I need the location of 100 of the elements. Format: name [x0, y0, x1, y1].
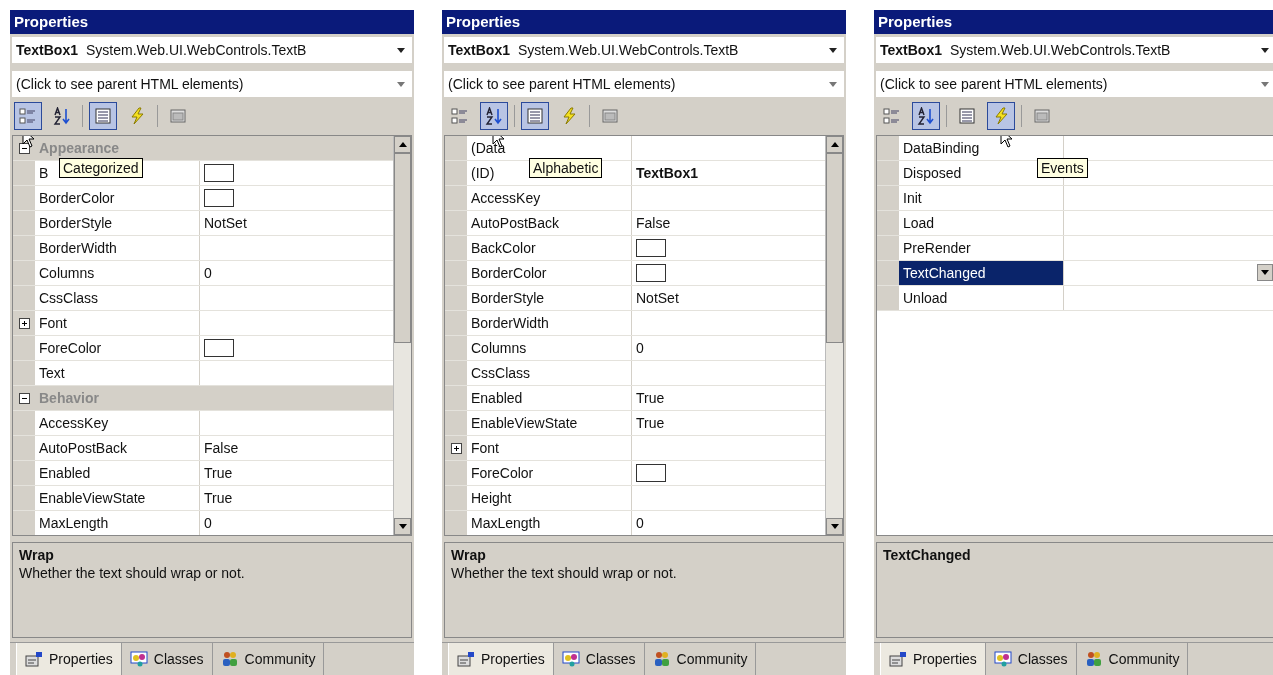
event-name[interactable]: Init — [899, 186, 1064, 210]
row-gutter — [445, 311, 467, 335]
property-value: True — [636, 415, 665, 431]
window-icon — [169, 107, 187, 125]
color-swatch — [204, 339, 234, 357]
row-gutter — [445, 161, 467, 185]
expand-icon[interactable] — [18, 317, 30, 329]
class-diagram-icon — [993, 651, 1012, 667]
scroll-up-button[interactable] — [394, 136, 411, 153]
event-name[interactable]: PreRender — [899, 236, 1064, 260]
dropdown-arrow-icon — [1261, 81, 1269, 87]
row-gutter — [13, 461, 35, 485]
tab[interactable]: Classes — [121, 643, 213, 675]
property-name[interactable]: EnableViewState — [35, 486, 200, 510]
property-name[interactable]: Font — [35, 311, 200, 335]
property-name[interactable]: Columns — [467, 336, 632, 360]
dropdown-button[interactable] — [1257, 264, 1273, 281]
property-name[interactable]: Columns — [35, 261, 200, 285]
property-value: NotSet — [636, 290, 679, 306]
collapse-icon[interactable] — [18, 392, 30, 404]
tab[interactable]: Community — [644, 643, 757, 675]
expand-icon[interactable] — [450, 442, 462, 454]
property-name[interactable]: Enabled — [467, 386, 632, 410]
panel-title: Properties — [874, 10, 1273, 34]
property-name[interactable]: AccessKey — [35, 411, 200, 435]
property-name[interactable]: EnableViewState — [467, 411, 632, 435]
row-gutter — [13, 486, 35, 510]
alphabetical-button[interactable] — [912, 102, 940, 130]
scrollbar-track[interactable] — [393, 136, 411, 535]
property-name[interactable]: AccessKey — [467, 186, 632, 210]
property-name[interactable]: BorderWidth — [35, 236, 200, 260]
panel-title: Properties — [10, 10, 414, 34]
event-name[interactable]: Load — [899, 211, 1064, 235]
property-name[interactable]: CssClass — [467, 361, 632, 385]
tab[interactable]: Community — [212, 643, 325, 675]
row-gutter — [13, 361, 35, 385]
tab[interactable]: Classes — [553, 643, 645, 675]
property-name[interactable]: MaxLength — [467, 511, 632, 535]
object-type: System.Web.UI.WebControls.TextB — [518, 42, 740, 58]
property-name[interactable]: Height — [467, 486, 632, 510]
window-icon — [601, 107, 619, 125]
property-name[interactable]: CssClass — [35, 286, 200, 310]
tab[interactable]: Community — [1076, 643, 1189, 675]
row-gutter — [13, 236, 35, 260]
scrollbar-track[interactable] — [825, 136, 843, 535]
parent-selector[interactable]: (Click to see parent HTML elements) — [444, 71, 844, 97]
scroll-thumb[interactable] — [826, 153, 843, 343]
dropdown-arrow-icon — [397, 81, 405, 87]
properties-button[interactable] — [521, 102, 549, 130]
row-gutter — [445, 211, 467, 235]
events-button[interactable] — [987, 102, 1015, 130]
scroll-up-button[interactable] — [826, 136, 843, 153]
parent-selector[interactable]: (Click to see parent HTML elements) — [12, 71, 412, 97]
property-name[interactable]: ForeColor — [35, 336, 200, 360]
categorized-button[interactable] — [14, 102, 42, 130]
tab[interactable]: Properties — [16, 643, 122, 675]
property-name[interactable]: BorderColor — [467, 261, 632, 285]
property-name[interactable]: BorderStyle — [467, 286, 632, 310]
property-value: 0 — [204, 265, 212, 281]
property-name[interactable]: Text — [35, 361, 200, 385]
scroll-down-button[interactable] — [394, 518, 411, 535]
event-name[interactable]: Unload — [899, 286, 1064, 310]
property-name[interactable]: Font — [467, 436, 632, 460]
property-name[interactable]: BorderColor — [35, 186, 200, 210]
property-name[interactable]: Enabled — [35, 461, 200, 485]
event-name[interactable]: TextChanged — [899, 261, 1064, 285]
people-icon — [220, 651, 239, 667]
object-name: TextBox1 — [16, 42, 78, 58]
dropdown-arrow-icon — [1261, 270, 1269, 275]
object-selector[interactable]: TextBox1 System.Web.UI.WebControls.TextB — [444, 37, 844, 63]
row-gutter — [445, 261, 467, 285]
color-swatch — [204, 189, 234, 207]
tab[interactable]: Classes — [985, 643, 1077, 675]
down-arrow-icon — [830, 524, 839, 529]
object-selector[interactable]: TextBox1 System.Web.UI.WebControls.TextB — [12, 37, 412, 63]
object-selector[interactable]: TextBox1 System.Web.UI.WebControls.TextB — [876, 37, 1273, 63]
property-name[interactable]: MaxLength — [35, 511, 200, 535]
window-icon — [1033, 107, 1051, 125]
property-name[interactable]: BorderWidth — [467, 311, 632, 335]
class-diagram-icon — [129, 651, 148, 667]
color-swatch — [204, 164, 234, 182]
property-name[interactable]: AutoPostBack — [35, 436, 200, 460]
property-name[interactable]: BackColor — [467, 236, 632, 260]
window-icon — [457, 651, 475, 667]
properties-button[interactable] — [89, 102, 117, 130]
scroll-thumb[interactable] — [394, 153, 411, 343]
tab[interactable]: Properties — [448, 643, 554, 675]
sort-az-icon — [485, 107, 503, 125]
alphabetical-button[interactable] — [480, 102, 508, 130]
row-gutter — [445, 511, 467, 535]
property-name[interactable]: BorderStyle — [35, 211, 200, 235]
dropdown-arrow-icon — [397, 47, 405, 53]
property-name[interactable]: AutoPostBack — [467, 211, 632, 235]
property-value: NotSet — [204, 215, 247, 231]
tab[interactable]: Properties — [880, 643, 986, 675]
property-value: 0 — [636, 515, 644, 531]
list-icon — [958, 107, 976, 125]
scroll-down-button[interactable] — [826, 518, 843, 535]
parent-selector[interactable]: (Click to see parent HTML elements) — [876, 71, 1273, 97]
property-name[interactable]: ForeColor — [467, 461, 632, 485]
